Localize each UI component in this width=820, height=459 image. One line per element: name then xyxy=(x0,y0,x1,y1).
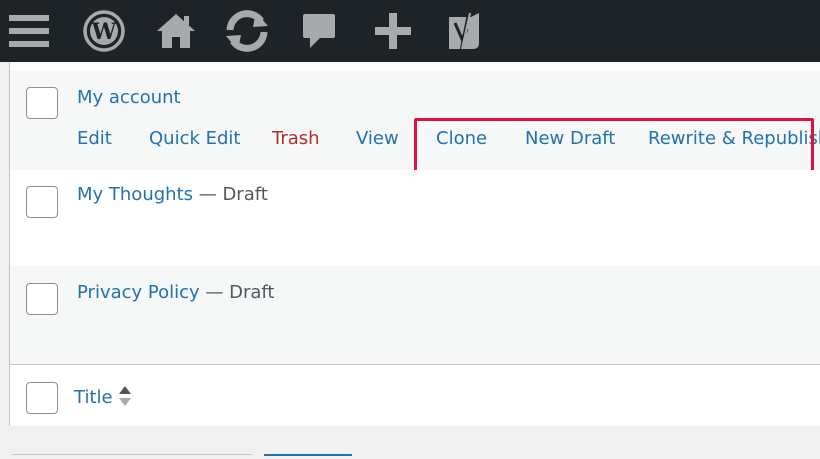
comment-icon[interactable] xyxy=(301,0,337,62)
admin-bar: W xyxy=(0,0,820,62)
plus-icon[interactable] xyxy=(374,0,412,62)
quick-edit-link[interactable]: Quick Edit xyxy=(149,128,240,149)
table-row: Privacy Policy — Draft xyxy=(10,266,820,364)
post-state: — Draft xyxy=(193,184,268,205)
table-row: My Thoughts — Draft xyxy=(10,170,820,266)
bulk-actions-select[interactable] xyxy=(12,454,252,458)
highlight-box xyxy=(414,118,814,175)
table-row: My account Edit Quick Edit Trash View Cl… xyxy=(10,71,820,175)
row-checkbox[interactable] xyxy=(26,87,58,119)
refresh-icon[interactable] xyxy=(221,0,273,62)
home-icon[interactable] xyxy=(156,0,196,62)
wordpress-logo-icon[interactable]: W xyxy=(82,0,126,62)
row-checkbox[interactable] xyxy=(26,186,58,218)
post-title-line: My Thoughts — Draft xyxy=(77,184,268,205)
yoast-icon[interactable] xyxy=(444,0,484,62)
post-title-link[interactable]: My account xyxy=(77,87,181,108)
table-footer: Title xyxy=(10,364,820,426)
edit-link[interactable]: Edit xyxy=(77,128,112,149)
row-checkbox[interactable] xyxy=(26,283,58,315)
post-state: — Draft xyxy=(199,282,275,303)
svg-text:W: W xyxy=(91,19,117,45)
post-title-link[interactable]: Privacy Policy xyxy=(77,282,200,303)
post-title-link[interactable]: My Thoughts xyxy=(77,184,193,205)
title-column-header[interactable]: Title xyxy=(74,387,113,408)
posts-table: My account Edit Quick Edit Trash View Cl… xyxy=(9,62,820,426)
select-all-checkbox[interactable] xyxy=(26,382,58,414)
trash-link[interactable]: Trash xyxy=(272,128,320,149)
post-title-line: Privacy Policy — Draft xyxy=(77,282,274,303)
view-link[interactable]: View xyxy=(356,128,399,149)
menu-icon[interactable] xyxy=(8,0,50,62)
sort-icon[interactable] xyxy=(119,385,131,407)
